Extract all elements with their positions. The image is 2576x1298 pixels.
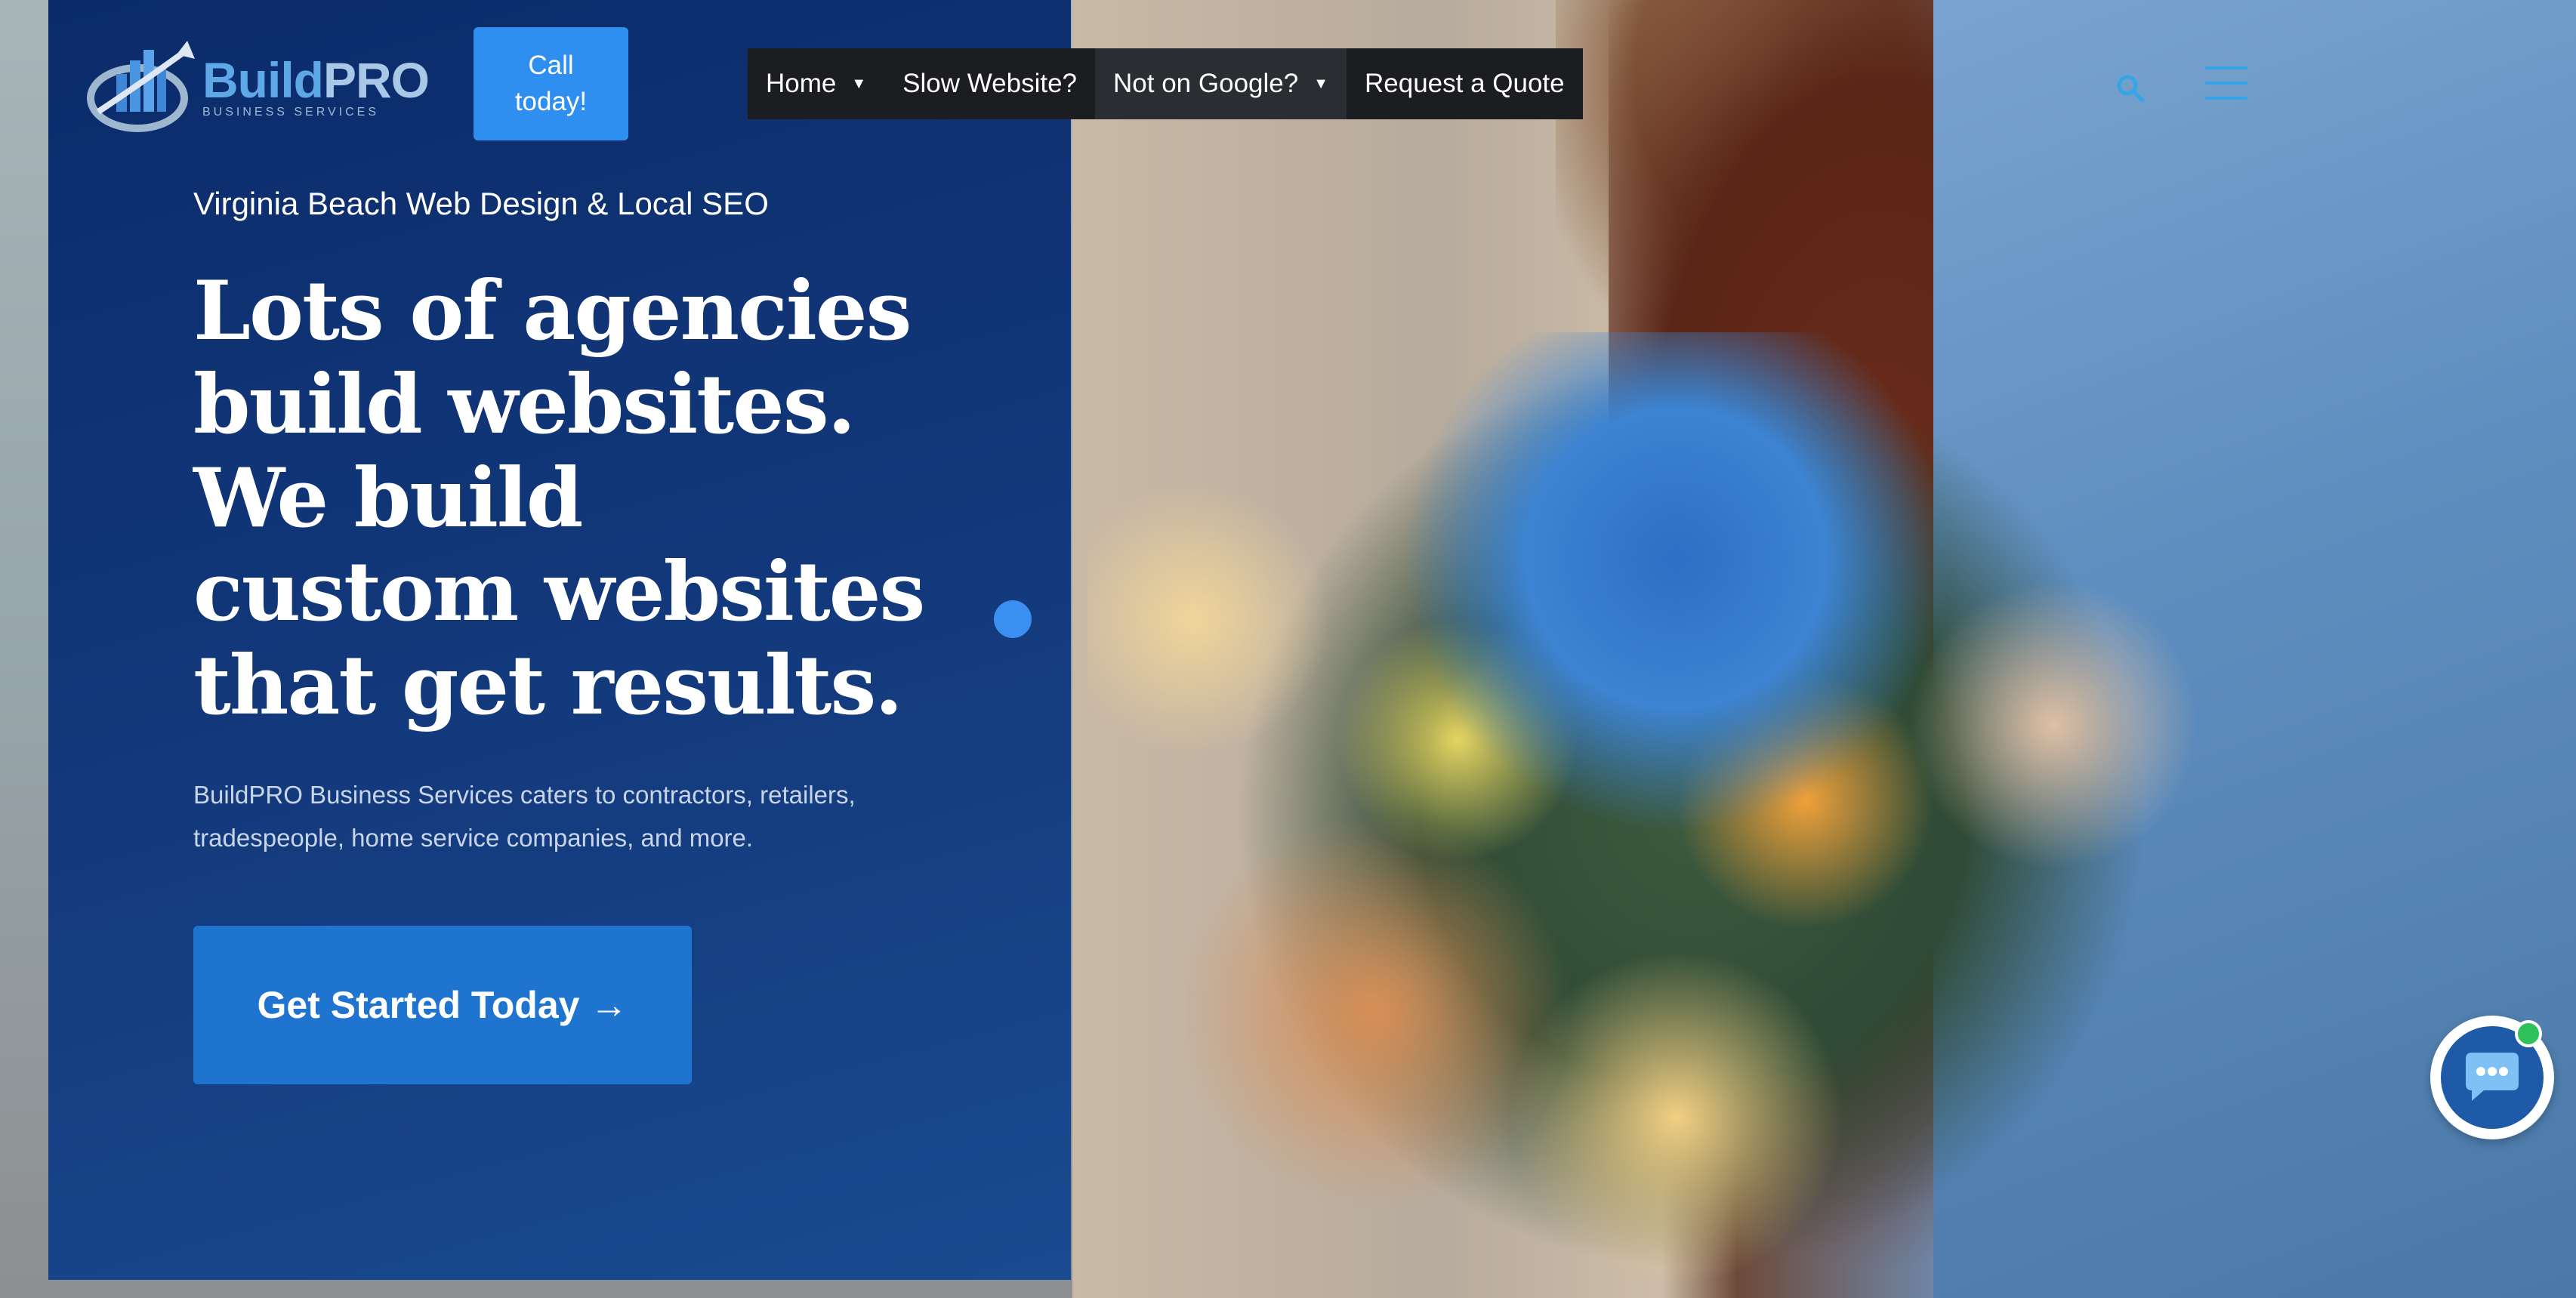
nav-item-request-quote[interactable]: Request a Quote	[1347, 48, 1583, 119]
logo-mark-icon	[83, 29, 196, 142]
cta-label: Get Started Today	[257, 984, 580, 1026]
arrow-right-icon: →	[590, 984, 628, 1026]
logo-tagline: BUSINESS SERVICES	[202, 106, 379, 119]
hero-eyebrow: Virginia Beach Web Design & Local SEO	[193, 186, 769, 221]
online-status-indicator	[2515, 1020, 2542, 1047]
nav-item-home[interactable]: Home ▼	[748, 48, 884, 119]
hamburger-menu-icon[interactable]	[2205, 66, 2247, 101]
nav-item-label: Slow Website?	[902, 69, 1078, 98]
nav-item-not-on-google[interactable]: Not on Google? ▼	[1095, 48, 1347, 119]
search-icon[interactable]	[2115, 72, 2146, 104]
headline-line: Lots of agencies	[193, 264, 912, 359]
call-button-line1: Call	[528, 51, 574, 80]
call-button-line2: today!	[514, 87, 588, 116]
get-started-button[interactable]: Get Started Today →	[193, 926, 692, 1084]
hero-headline: Lots of agencies build websites. We buil…	[193, 264, 994, 732]
caret-down-icon: ▼	[1313, 75, 1328, 92]
caret-down-icon: ▼	[851, 75, 867, 92]
flower-bouquet-image	[1087, 332, 2266, 1298]
logo-brand-accent: PRO	[322, 52, 430, 108]
call-today-button[interactable]: Call today!	[474, 27, 628, 140]
logo-brand-main: Build	[202, 52, 324, 108]
chat-widget-button[interactable]	[2430, 1016, 2554, 1139]
main-nav: Home ▼ Slow Website? Not on Google? ▼ Re…	[748, 48, 1583, 119]
nav-item-label: Request a Quote	[1365, 69, 1565, 98]
nav-item-label: Not on Google?	[1113, 69, 1299, 98]
site-logo[interactable]: BuildPRO BUSINESS SERVICES	[83, 29, 430, 142]
headline-line: We build	[193, 451, 583, 546]
nav-item-slow-website[interactable]: Slow Website?	[884, 48, 1095, 119]
headline-line: build websites.	[193, 357, 856, 452]
slider-dot[interactable]	[994, 600, 1032, 638]
headline-line: that get results.	[193, 638, 903, 733]
hero-subtext: BuildPRO Business Services caters to con…	[193, 781, 856, 852]
headline-line: custom websites	[193, 544, 925, 640]
nav-item-label: Home	[766, 69, 837, 98]
